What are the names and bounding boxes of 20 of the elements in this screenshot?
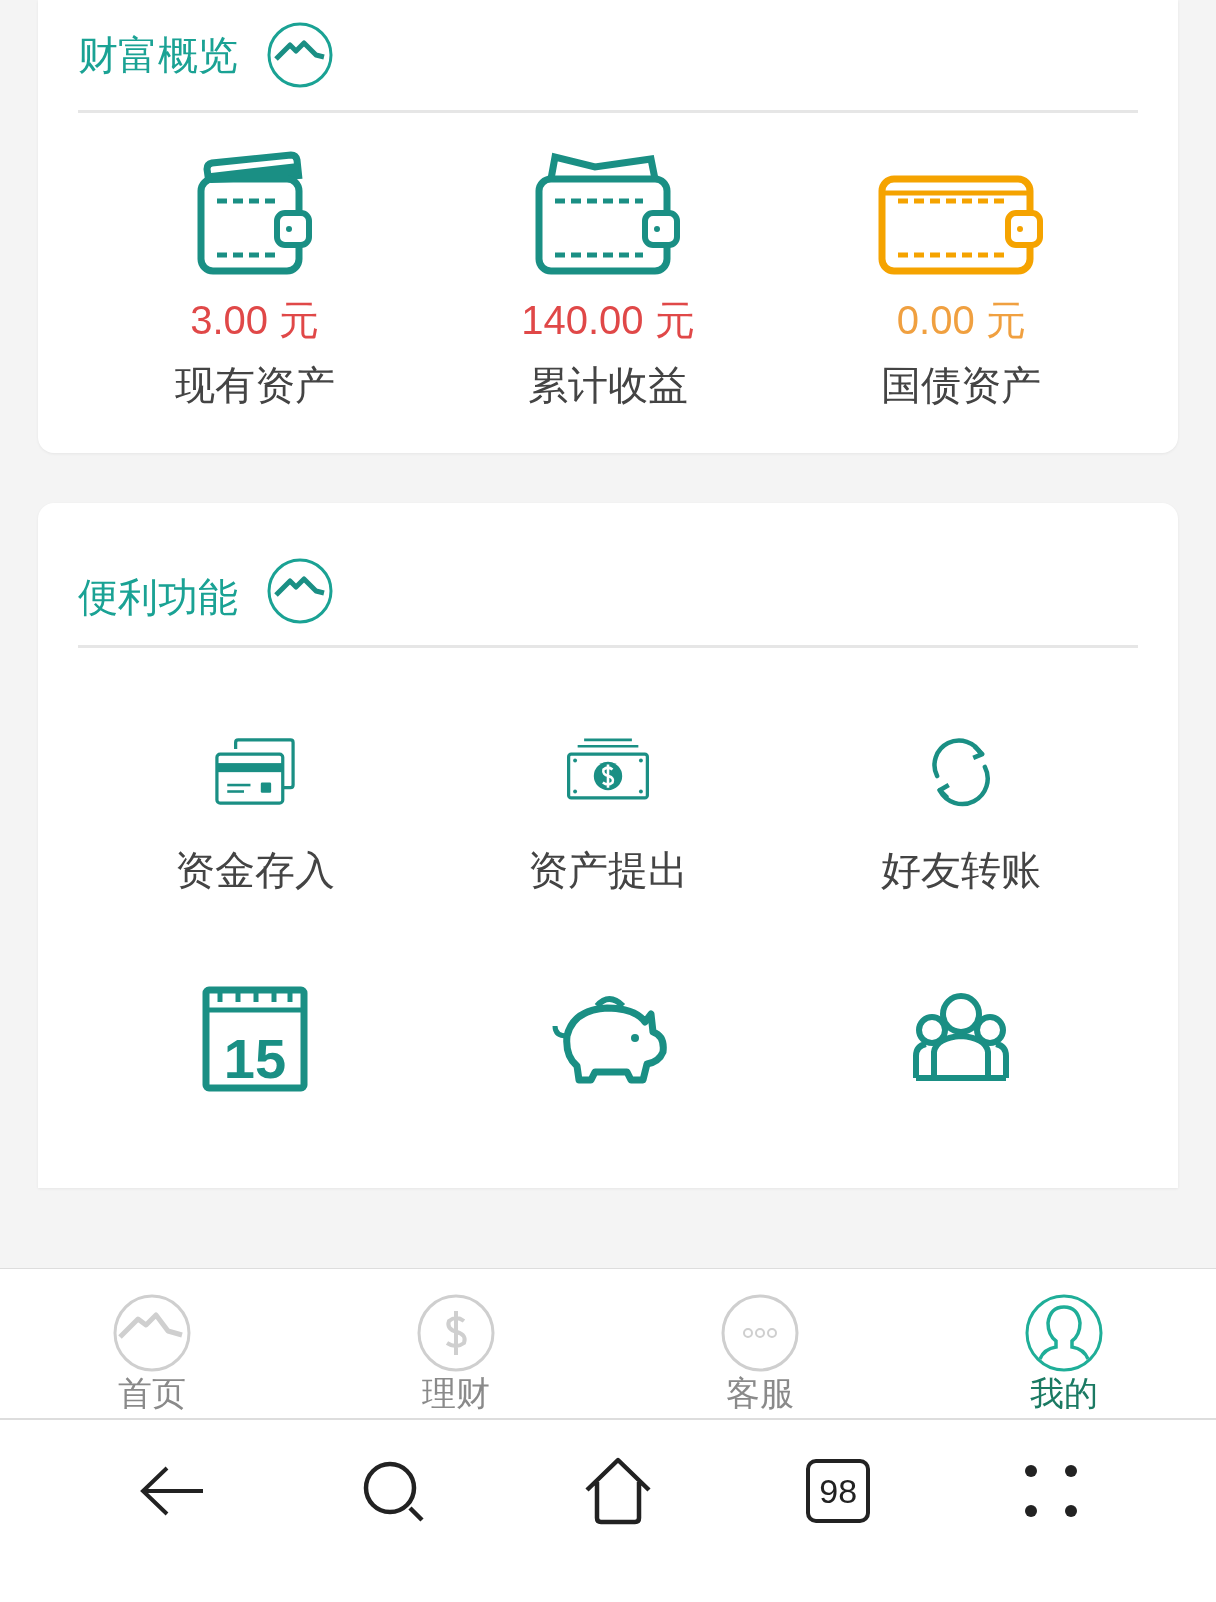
feature-label[interactable]: 资产提出 bbox=[528, 843, 688, 898]
feature-label[interactable]: 好友转账 bbox=[881, 843, 1042, 898]
amount-value: 0.00 元 bbox=[896, 297, 1026, 344]
dollar-icon bbox=[416, 1293, 496, 1373]
asset-label: 累计收益 bbox=[528, 361, 688, 410]
mountain-icon bbox=[112, 1293, 192, 1373]
mountain-icon bbox=[266, 557, 334, 625]
person-icon bbox=[1024, 1293, 1104, 1373]
section-title: 便利功能 bbox=[78, 573, 238, 622]
amount-value: 3.00 元 bbox=[190, 297, 320, 344]
section-title: 财富概览 bbox=[78, 30, 238, 80]
feature-label[interactable]: 资金存入 bbox=[174, 843, 335, 898]
menu-icon[interactable] bbox=[1023, 1463, 1080, 1519]
asset-label: 国债资产 bbox=[881, 361, 1042, 410]
asset-label: 现有资产 bbox=[174, 361, 335, 410]
more-icon bbox=[720, 1293, 800, 1373]
mountain-icon bbox=[266, 21, 334, 89]
tab-label[interactable]: 我的 bbox=[1030, 1375, 1098, 1413]
tab-count-button[interactable]: 98 bbox=[806, 1459, 871, 1523]
amount-value: 140.00 元 bbox=[521, 297, 695, 344]
